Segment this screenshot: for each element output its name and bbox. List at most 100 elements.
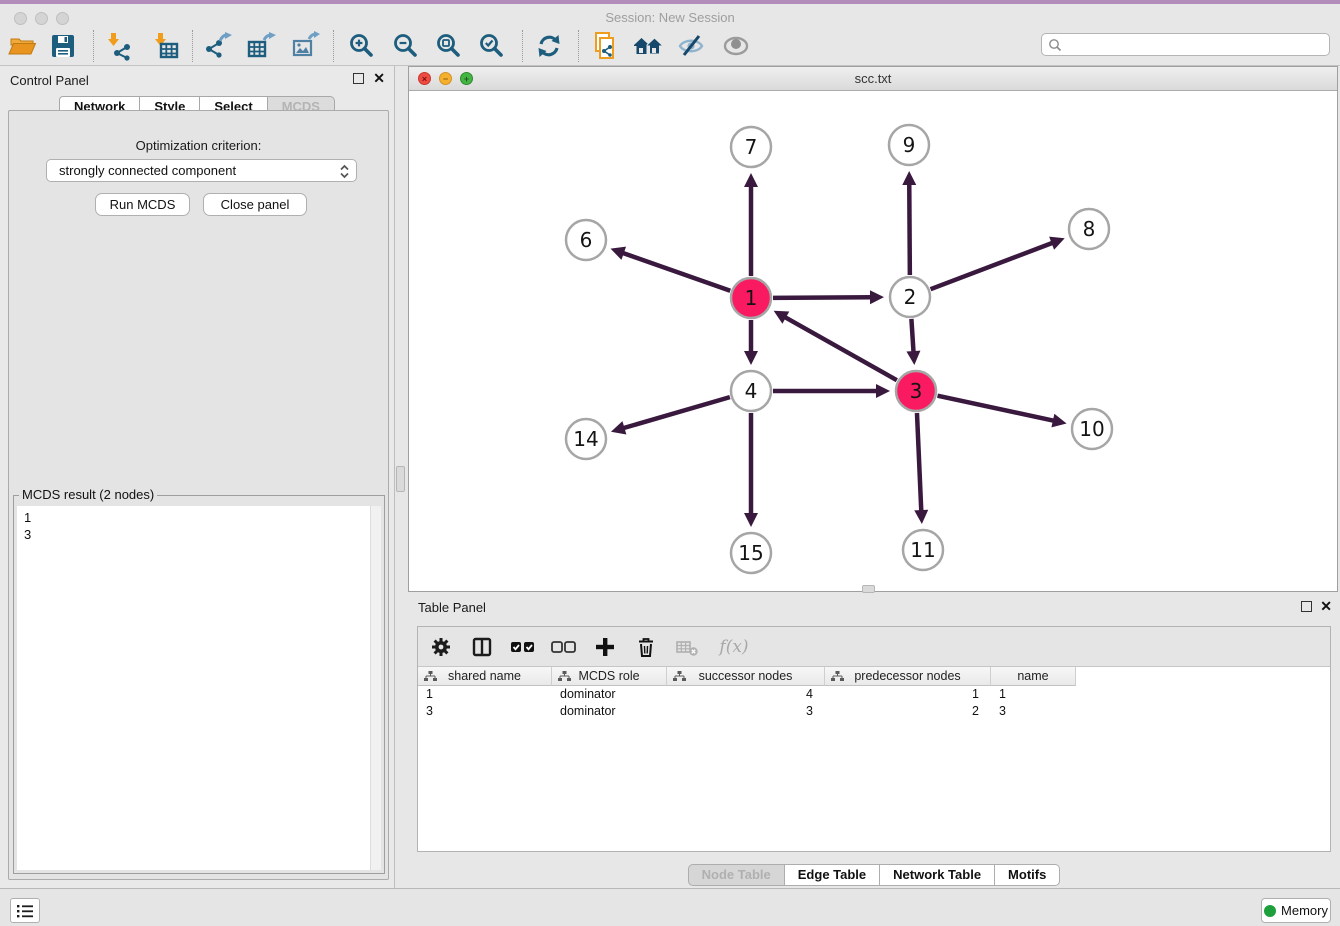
show-columns-button[interactable] [469, 634, 495, 660]
export-table-button[interactable] [244, 29, 278, 63]
graph-edge-2-3[interactable] [911, 319, 913, 353]
float-panel-icon[interactable] [353, 73, 364, 84]
task-history-button[interactable] [10, 898, 40, 923]
graph-node-label: 4 [745, 379, 758, 403]
zoom-in-button[interactable] [345, 29, 379, 63]
graph-edge-arrowhead [876, 384, 890, 398]
close-panel-icon[interactable]: ✕ [373, 70, 385, 86]
table-panel-title: Table Panel [418, 600, 486, 615]
network-window-title: scc.txt [409, 67, 1337, 91]
optimization-select[interactable]: strongly connected component [46, 159, 357, 182]
network-view-window: × − + scc.txt 1234678910111415 [408, 66, 1338, 592]
graph-edge-arrowhead [906, 351, 920, 365]
mcds-result-group: MCDS result (2 nodes) 1 3 [13, 495, 385, 874]
column-header-predecessor-nodes[interactable]: predecessor nodes [825, 667, 991, 686]
tab-network-table[interactable]: Network Table [880, 864, 995, 886]
graph-edge-arrowhead [902, 171, 916, 185]
mcds-panel: Optimization criterion: strongly connect… [8, 110, 389, 880]
graph-edge-arrowhead [870, 290, 884, 304]
trash-icon [635, 636, 657, 658]
refresh-icon [534, 31, 564, 61]
graph-edge-4-14[interactable] [622, 397, 729, 428]
apply-layout-button[interactable] [532, 29, 566, 63]
graph-edge-3-11[interactable] [917, 413, 921, 512]
column-header-successor-nodes[interactable]: successor nodes [667, 667, 825, 686]
cell-successor-nodes: 3 [667, 703, 825, 720]
column-hierarchy-icon [424, 671, 437, 682]
close-panel-button[interactable]: Close panel [203, 193, 307, 216]
graph-edge-2-8[interactable] [931, 242, 1054, 289]
table-row[interactable]: 3 dominator 3 2 3 [418, 703, 1330, 720]
graph-node-label: 15 [738, 541, 763, 565]
graph-node-label: 9 [903, 133, 916, 157]
tab-motifs[interactable]: Motifs [995, 864, 1060, 886]
column-header-name[interactable]: name [991, 667, 1076, 686]
show-graphics-details-button[interactable] [719, 29, 753, 63]
mcds-result-text: 1 3 [17, 506, 370, 870]
zoom-out-button[interactable] [389, 29, 423, 63]
network-window-titlebar[interactable]: × − + scc.txt [409, 67, 1337, 91]
network-graph[interactable]: 1234678910111415 [409, 91, 1337, 591]
import-table-button[interactable] [148, 29, 182, 63]
column-label: name [1017, 669, 1048, 683]
column-header-shared-name[interactable]: shared name [418, 667, 552, 686]
column-header-mcds-role[interactable]: MCDS role [552, 667, 667, 686]
graph-edge-3-10[interactable] [938, 396, 1055, 421]
graph-edge-3-1[interactable] [784, 317, 897, 381]
export-network-icon [203, 31, 233, 61]
tab-edge-table[interactable]: Edge Table [785, 864, 880, 886]
graph-node-label: 1 [745, 286, 758, 310]
zoom-fit-button[interactable] [432, 29, 466, 63]
optimization-criterion-label: Optimization criterion: [9, 138, 388, 153]
import-network-button[interactable] [101, 29, 135, 63]
search-input[interactable] [1062, 37, 1323, 52]
close-table-panel-icon[interactable]: ✕ [1320, 598, 1332, 614]
columns-icon [471, 636, 493, 658]
memory-button[interactable]: Memory [1261, 898, 1331, 923]
export-network-button[interactable] [201, 29, 235, 63]
column-hierarchy-icon [673, 671, 686, 682]
delete-column-button[interactable] [633, 634, 659, 660]
deselect-all-button[interactable] [551, 634, 577, 660]
hide-graphics-details-button[interactable] [674, 29, 708, 63]
graph-edge-arrowhead [914, 510, 928, 524]
toolbar-separator [522, 30, 523, 62]
toolbar-separator [333, 30, 334, 62]
application-window: Session: New Session [0, 0, 1340, 926]
graph-edge-2-9[interactable] [909, 183, 910, 275]
table-settings-button[interactable] [428, 634, 454, 660]
open-session-button[interactable] [5, 29, 39, 63]
import-network-icon [103, 31, 133, 61]
graph-edge-arrowhead [611, 421, 626, 434]
function-builder-button-disabled[interactable]: f(x) [715, 634, 753, 660]
vertical-splitter-handle[interactable] [396, 466, 405, 492]
run-mcds-button[interactable]: Run MCDS [95, 193, 190, 216]
result-scrollbar[interactable] [370, 506, 381, 870]
graph-edge-arrowhead [744, 351, 758, 365]
search-field[interactable] [1041, 33, 1330, 56]
table-row[interactable]: 1 dominator 4 1 1 [418, 686, 1330, 703]
network-canvas[interactable]: 1234678910111415 [409, 91, 1337, 591]
graph-node-label: 14 [573, 427, 598, 451]
show-all-networks-button[interactable] [631, 29, 665, 63]
graph-edge-1-2[interactable] [773, 297, 872, 298]
tab-node-table[interactable]: Node Table [688, 864, 785, 886]
float-table-panel-icon[interactable] [1301, 601, 1312, 612]
select-chevrons-icon [339, 164, 350, 179]
cell-predecessor-nodes: 2 [825, 703, 991, 720]
horizontal-splitter-handle[interactable] [862, 585, 875, 593]
memory-status-dot [1264, 905, 1276, 917]
main-toolbar [0, 26, 1340, 66]
save-session-button[interactable] [46, 29, 80, 63]
add-column-button[interactable] [592, 634, 618, 660]
status-bar: Memory [0, 888, 1340, 926]
zoom-selected-button[interactable] [475, 29, 509, 63]
select-all-button[interactable] [510, 634, 536, 660]
memory-label: Memory [1281, 903, 1328, 918]
cell-name: 3 [991, 703, 1076, 720]
graph-edge-1-6[interactable] [622, 253, 730, 291]
delete-table-button-disabled[interactable] [674, 634, 700, 660]
clone-network-button[interactable] [588, 29, 622, 63]
window-title: Session: New Session [0, 8, 1340, 28]
export-image-button[interactable] [288, 29, 322, 63]
